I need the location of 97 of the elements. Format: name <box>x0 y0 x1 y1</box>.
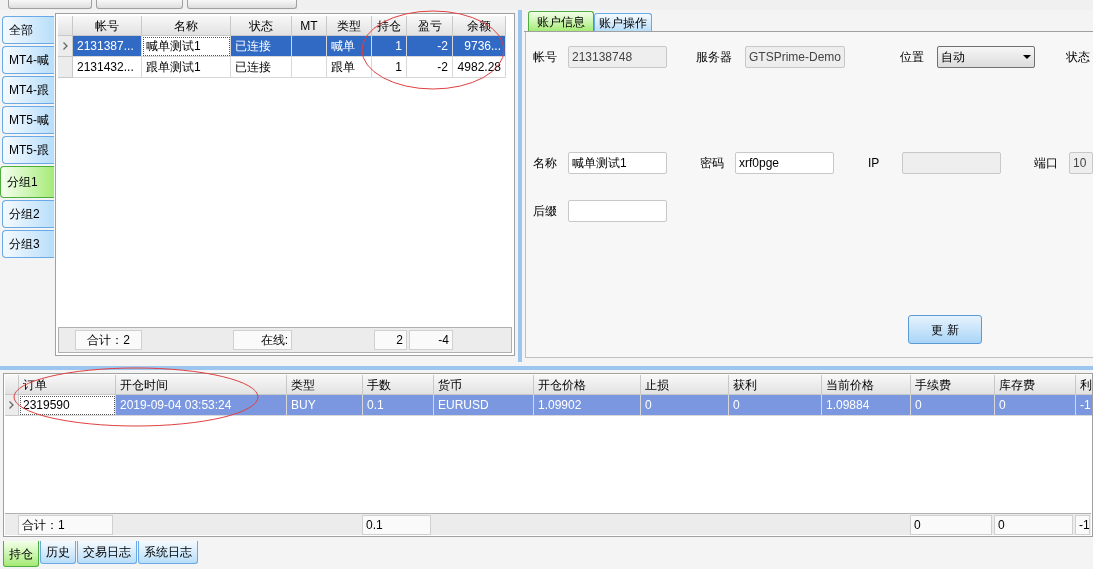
table-cell: 0 <box>729 395 822 416</box>
column-header[interactable]: 名称 <box>142 16 231 36</box>
field-label: 服务器 <box>696 49 733 66</box>
table-cell: 0 <box>641 395 729 416</box>
column-header[interactable]: 状态 <box>231 16 292 36</box>
column-header[interactable]: 开仓时间 <box>116 375 287 395</box>
table-cell: EURUSD <box>434 395 534 416</box>
input-field[interactable]: 喊单测试1 <box>568 152 667 174</box>
table-cell: 已连接 <box>231 57 292 78</box>
column-header[interactable]: 止损 <box>641 375 729 395</box>
chevron-icon <box>62 42 68 50</box>
summary-cell: 0 <box>994 514 1073 535</box>
field-label: 后缀 <box>533 203 558 220</box>
table-cell: 9736... <box>453 36 506 57</box>
field-label: 端口 <box>1034 155 1059 172</box>
row-header[interactable] <box>58 57 73 78</box>
row-header <box>5 375 19 395</box>
group-tab[interactable]: MT4-喊 <box>2 46 54 74</box>
group-tab[interactable]: MT5-跟 <box>2 136 54 164</box>
table-cell: 喊单 <box>327 36 372 57</box>
summary-cell: 合计：1 <box>18 514 113 535</box>
table-cell: 1.09884 <box>822 395 911 416</box>
toolbar-button[interactable] <box>96 0 183 9</box>
tab[interactable]: 账户信息 <box>528 11 594 31</box>
tab[interactable]: 账户操作 <box>594 13 652 31</box>
column-header[interactable]: 当前价格 <box>822 375 911 395</box>
table-cell: 2019-09-04 03:53:24 <box>116 395 287 416</box>
field-label: IP <box>868 155 881 172</box>
splitter[interactable] <box>0 365 1093 370</box>
summary-cell: 0 <box>910 514 992 535</box>
input-field[interactable] <box>568 200 667 222</box>
table-cell: 2131432... <box>73 57 142 78</box>
table-cell: 2131387... <box>73 36 142 57</box>
table-cell: -2 <box>407 57 453 78</box>
table-cell: 4982.28 <box>453 57 506 78</box>
dropdown[interactable]: 自动 <box>937 46 1035 68</box>
column-header[interactable]: 开仓价格 <box>534 375 641 395</box>
column-header[interactable]: 手数 <box>363 375 434 395</box>
tab[interactable]: 系统日志 <box>138 541 198 564</box>
column-header[interactable]: 持仓 <box>372 16 407 36</box>
table-cell: 1 <box>372 57 407 78</box>
column-header[interactable]: MT <box>292 16 327 36</box>
table-cell: 0 <box>911 395 995 416</box>
splitter[interactable] <box>517 10 522 362</box>
table-cell: 跟单 <box>327 57 372 78</box>
group-tab[interactable]: 全部 <box>2 16 54 44</box>
column-header[interactable]: 订单 <box>19 375 116 395</box>
row-header[interactable] <box>5 395 19 416</box>
column-header[interactable]: 盈亏 <box>407 16 453 36</box>
summary-cell: -4 <box>409 330 453 350</box>
tab[interactable]: 持仓 <box>3 541 39 567</box>
table-cell: -1 <box>1076 395 1092 416</box>
summary-cell: 在线: <box>233 330 292 350</box>
table-cell: BUY <box>287 395 363 416</box>
table-cell: 喊单测试1 <box>142 36 231 57</box>
dropdown-arrow-icon <box>1023 55 1031 59</box>
group-tab[interactable]: MT4-跟 <box>2 76 54 104</box>
input-field[interactable]: xrf0pge <box>735 152 834 174</box>
column-header[interactable]: 库存费 <box>995 375 1076 395</box>
table-cell: 1 <box>372 36 407 57</box>
column-header[interactable]: 获利 <box>729 375 822 395</box>
row-header[interactable] <box>58 36 73 57</box>
table-cell: 0 <box>995 395 1076 416</box>
group-tab[interactable]: 分组1 <box>0 166 54 198</box>
group-tab[interactable]: MT5-喊 <box>2 106 54 134</box>
table-cell: 0.1 <box>363 395 434 416</box>
column-header[interactable]: 手续费 <box>911 375 995 395</box>
tab[interactable]: 交易日志 <box>77 541 137 564</box>
summary-cell: 2 <box>374 330 407 350</box>
column-header[interactable]: 货币 <box>434 375 534 395</box>
field-label: 帐号 <box>533 49 558 66</box>
column-header[interactable]: 利 <box>1076 375 1092 395</box>
toolbar-button[interactable] <box>187 0 297 9</box>
summary-cell: 合计：2 <box>75 330 142 350</box>
tab[interactable]: 历史 <box>40 541 76 564</box>
summary-cell: 0.1 <box>362 514 431 535</box>
column-header[interactable]: 余额 <box>453 16 506 36</box>
table-cell: -2 <box>407 36 453 57</box>
toolbar-button[interactable] <box>8 0 92 9</box>
chevron-icon <box>9 401 14 409</box>
field-label: 密码 <box>700 155 725 172</box>
dropdown-value: 自动 <box>941 49 965 66</box>
field-label: 状态 <box>1066 49 1090 66</box>
column-header[interactable]: 帐号 <box>73 16 142 36</box>
column-header[interactable]: 类型 <box>287 375 363 395</box>
row-header <box>58 16 73 36</box>
group-tab[interactable]: 分组3 <box>2 230 54 258</box>
table-cell: 2319590 <box>19 395 116 416</box>
table-cell: 已连接 <box>231 36 292 57</box>
field-label: 名称 <box>533 155 558 172</box>
field-label: 位置 <box>900 49 925 66</box>
column-header[interactable]: 类型 <box>327 16 372 36</box>
table-cell: 跟单测试1 <box>142 57 231 78</box>
group-tab[interactable]: 分组2 <box>2 200 54 228</box>
table-cell: 1.09902 <box>534 395 641 416</box>
update-button[interactable]: 更 新 <box>908 315 982 344</box>
summary-cell: -1 <box>1075 514 1090 535</box>
